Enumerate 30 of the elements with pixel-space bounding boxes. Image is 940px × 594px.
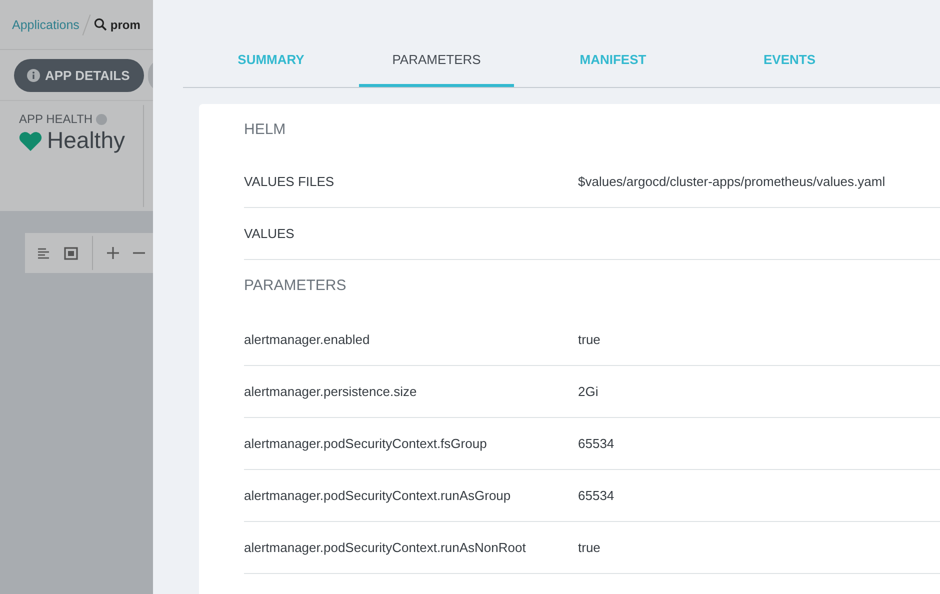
tab[interactable]: MANIFEST [514, 45, 712, 87]
parameter-name: alertmanager.podSecurityContext.runAsNonRoot [244, 540, 527, 555]
search-text: prom [110, 18, 140, 32]
tab[interactable]: SUMMARY [183, 45, 359, 87]
parameter-value: true [578, 540, 600, 555]
parameter-name: alertmanager.persistence.size [244, 384, 418, 399]
parameter-value: $values/argocd/cluster-apps/prometheus/values.yaml [578, 174, 886, 189]
parameter-value: 65534 [578, 436, 614, 451]
section-title: PARAMETERS [244, 277, 346, 294]
parameter-value: 65534 [578, 488, 614, 503]
fit-icon[interactable] [64, 246, 78, 260]
parameter-value: 2Gi [578, 384, 598, 399]
parameter-name: alertmanager.enabled [244, 332, 371, 347]
parameter-name: VALUES FILES [244, 174, 336, 189]
info-icon [27, 68, 40, 82]
search-icon [94, 18, 108, 31]
section-title: HELM [244, 121, 286, 138]
zoom-in-icon[interactable] [107, 247, 119, 259]
parameter-value: true [578, 332, 600, 347]
breadcrumb-link[interactable]: Applications [12, 18, 80, 32]
health-label: APP HEALTH [19, 112, 93, 126]
list-icon[interactable] [38, 248, 50, 258]
health-status: Healthy [47, 127, 125, 154]
parameter-name: alertmanager.podSecurityContext.runAsGroup [244, 488, 512, 503]
parameter-name: alertmanager.podSecurityContext.fsGroup [244, 436, 488, 451]
tab[interactable]: EVENTS [712, 45, 867, 87]
app-details-button[interactable]: APP DETAILS [14, 58, 144, 92]
heart-icon [19, 130, 42, 150]
parameter-name: VALUES [244, 226, 296, 241]
tab[interactable]: PARAMETERS [359, 45, 514, 87]
